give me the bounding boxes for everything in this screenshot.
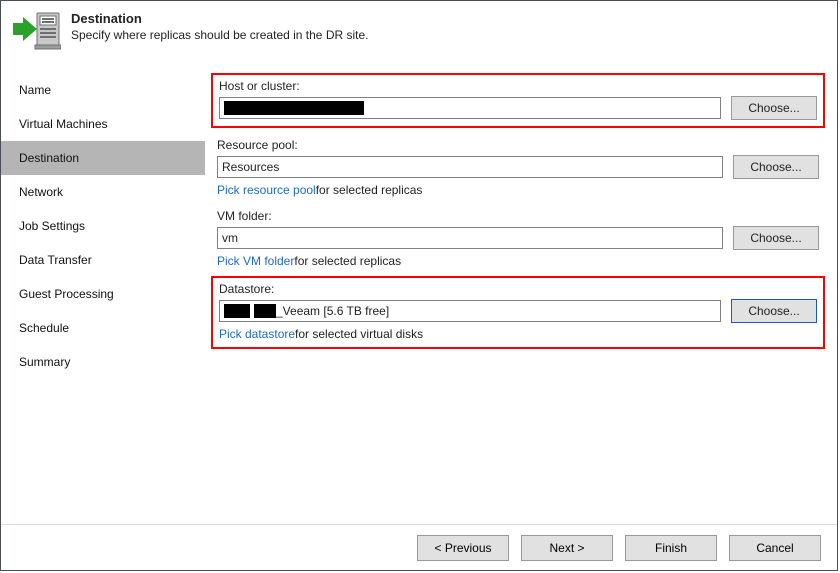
resource-pool-value: Resources: [222, 156, 279, 178]
datastore-label: Datastore:: [219, 282, 817, 299]
destination-icon: [13, 9, 61, 53]
step-virtual-machines[interactable]: Virtual Machines: [1, 107, 205, 141]
step-data-transfer[interactable]: Data Transfer: [1, 243, 205, 277]
step-network[interactable]: Network: [1, 175, 205, 209]
host-cluster-label: Host or cluster:: [219, 79, 817, 96]
datastore-picklink-row: Pick datastore for selected virtual disk…: [219, 323, 817, 341]
pick-resource-pool-link[interactable]: Pick resource pool: [217, 183, 316, 197]
step-destination[interactable]: Destination: [1, 141, 205, 175]
resource-pool-group: Resource pool: Resources Choose... Pick …: [211, 134, 825, 203]
vm-folder-label: VM folder:: [217, 209, 819, 226]
vm-folder-group: VM folder: vm Choose... Pick VM folder f…: [211, 205, 825, 274]
step-job-settings[interactable]: Job Settings: [1, 209, 205, 243]
host-cluster-field[interactable]: [219, 97, 721, 119]
datastore-value-redacted-2: [254, 304, 276, 318]
vm-folder-field[interactable]: vm: [217, 227, 723, 249]
wizard-window: Destination Specify where replicas shoul…: [0, 0, 838, 571]
page-description: Specify where replicas should be created…: [71, 28, 825, 42]
datastore-field[interactable]: _Veeam [5.6 TB free]: [219, 300, 721, 322]
vm-folder-picklink-row: Pick VM folder for selected replicas: [217, 250, 819, 268]
datastore-choose-button[interactable]: Choose...: [731, 299, 817, 323]
resource-pool-label: Resource pool:: [217, 138, 819, 155]
wizard-content: Host or cluster: Choose... Resource pool…: [205, 67, 837, 524]
header-text: Destination Specify where replicas shoul…: [71, 9, 825, 42]
host-cluster-value-redacted: [224, 101, 364, 115]
step-schedule[interactable]: Schedule: [1, 311, 205, 345]
finish-button[interactable]: Finish: [625, 535, 717, 561]
vm-folder-choose-button[interactable]: Choose...: [733, 226, 819, 250]
cancel-button[interactable]: Cancel: [729, 535, 821, 561]
step-name[interactable]: Name: [1, 73, 205, 107]
next-button[interactable]: Next >: [521, 535, 613, 561]
host-cluster-choose-button[interactable]: Choose...: [731, 96, 817, 120]
wizard-header: Destination Specify where replicas shoul…: [1, 1, 837, 59]
resource-pool-picklink-row: Pick resource pool for selected replicas: [217, 179, 819, 197]
pick-resource-pool-suffix: for selected replicas: [316, 183, 423, 197]
datastore-value: _Veeam [5.6 TB free]: [276, 300, 389, 322]
resource-pool-choose-button[interactable]: Choose...: [733, 155, 819, 179]
previous-button[interactable]: < Previous: [417, 535, 509, 561]
resource-pool-field[interactable]: Resources: [217, 156, 723, 178]
pick-datastore-suffix: for selected virtual disks: [295, 327, 423, 341]
datastore-group: Datastore: _Veeam [5.6 TB free] Choose..…: [211, 276, 825, 349]
pick-vm-folder-suffix: for selected replicas: [294, 254, 401, 268]
datastore-value-redacted-1: [224, 304, 250, 318]
page-title: Destination: [71, 11, 825, 28]
wizard-footer: < Previous Next > Finish Cancel: [1, 524, 837, 570]
step-guest-processing[interactable]: Guest Processing: [1, 277, 205, 311]
wizard-steps: Name Virtual Machines Destination Networ…: [1, 67, 205, 524]
pick-datastore-link[interactable]: Pick datastore: [219, 327, 295, 341]
host-cluster-group: Host or cluster: Choose...: [211, 73, 825, 128]
step-summary[interactable]: Summary: [1, 345, 205, 379]
pick-vm-folder-link[interactable]: Pick VM folder: [217, 254, 294, 268]
wizard-body: Name Virtual Machines Destination Networ…: [1, 67, 837, 524]
vm-folder-value: vm: [222, 227, 238, 249]
